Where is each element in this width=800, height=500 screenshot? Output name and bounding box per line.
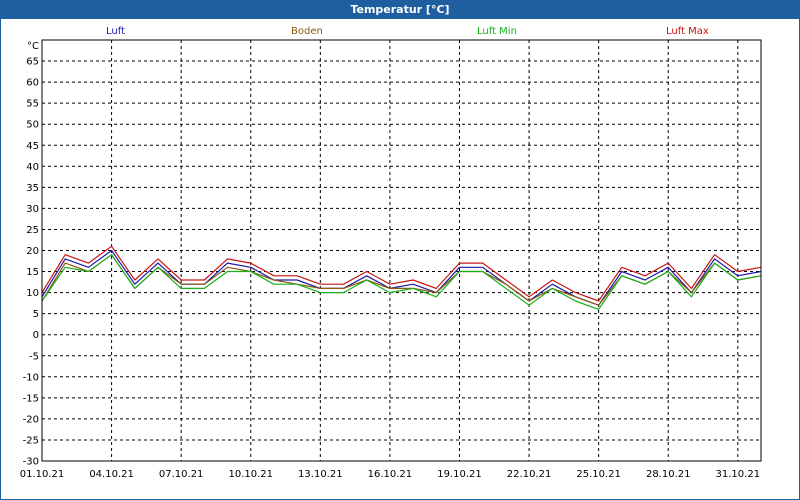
- y-tick-label: -10: [23, 372, 39, 383]
- y-axis-label: °C: [27, 41, 39, 52]
- chart-window: Temperatur [°C] Luft Boden Luft Min Luft…: [0, 0, 800, 500]
- y-tick-label: -5: [29, 351, 39, 362]
- x-tick-label: 07.10.21: [159, 469, 204, 480]
- y-tick-label: 5: [33, 309, 39, 320]
- x-tick-label: 31.10.21: [716, 469, 761, 480]
- y-tick-label: 35: [26, 183, 39, 194]
- x-tick-label: 25.10.21: [576, 469, 621, 480]
- y-tick-label: -30: [23, 457, 39, 468]
- y-tick-label: -20: [23, 414, 39, 425]
- x-tick-label: 19.10.21: [437, 469, 482, 480]
- x-tick-labels: 01.10.21 04.10.21 07.10.21 10.10.21 13.10.21…: [20, 469, 760, 480]
- y-tick-label: 45: [26, 141, 39, 152]
- x-tick-label: 10.10.21: [228, 469, 273, 480]
- y-tick-label: 60: [26, 78, 39, 89]
- y-tick-label: 20: [26, 246, 39, 257]
- y-tick-label: 50: [26, 120, 39, 131]
- x-tick-label: 22.10.21: [507, 469, 552, 480]
- y-tick-label: 55: [26, 99, 39, 110]
- x-tick-label: 01.10.21: [20, 469, 65, 480]
- horizontal-gridlines: [42, 60, 761, 441]
- series-line-luft: [41, 249, 762, 306]
- y-tick-label: 0: [33, 330, 39, 341]
- plot-area-border: [41, 39, 762, 462]
- y-tick-label: 40: [26, 162, 39, 173]
- y-tick-label: 10: [26, 288, 39, 299]
- y-tick-label: -15: [23, 393, 39, 404]
- y-tick-label: 25: [26, 225, 39, 236]
- y-tick-label: 15: [26, 267, 39, 278]
- series-line-luft-max: [41, 245, 762, 302]
- y-tick-label: 65: [26, 57, 39, 68]
- y-tick-label: 30: [26, 204, 39, 215]
- y-tick-labels: -30 -25 -20 -15 -10 -5 0 5 10 15 20 25 30 35 40 45 50 55 6…: [23, 57, 39, 468]
- line-chart: -30 -25 -20 -15 -10 -5 0 5 10 15 20 25 30 35 40 45 50 55 6…: [20, 39, 762, 480]
- series-lines: [41, 245, 762, 310]
- x-tick-label: 16.10.21: [368, 469, 413, 480]
- x-tick-label: 13.10.21: [298, 469, 343, 480]
- y-tick-label: -25: [23, 435, 39, 446]
- x-tick-label: 04.10.21: [89, 469, 134, 480]
- x-tick-label: 28.10.21: [646, 469, 691, 480]
